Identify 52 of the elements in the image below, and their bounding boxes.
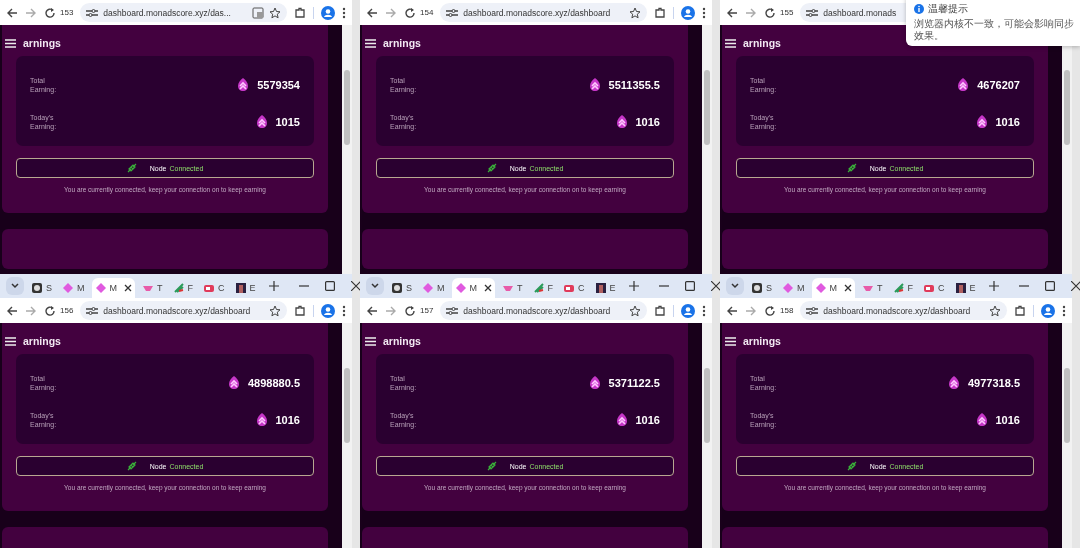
- browser-tab[interactable]: S: [388, 278, 415, 298]
- page-heading: arnings: [23, 335, 61, 347]
- tab-counter: 154: [420, 8, 434, 17]
- browser-tab[interactable]: C: [560, 278, 588, 298]
- browser-tab[interactable]: F: [529, 278, 556, 298]
- page-heading: arnings: [383, 335, 421, 347]
- tab-counter: 156: [60, 306, 74, 315]
- browser-tab[interactable]: S: [748, 278, 775, 298]
- browser-tab[interactable]: C: [920, 278, 948, 298]
- earning-value: 4977318.5: [968, 376, 1020, 389]
- earning-value: 1016: [635, 115, 660, 128]
- browser-tab[interactable]: T: [499, 278, 526, 298]
- browser-tab[interactable]: M: [451, 278, 495, 298]
- earning-value: 5511355.5: [608, 78, 660, 91]
- browser-tab[interactable]: F: [889, 278, 916, 298]
- tab-counter: 157: [420, 306, 434, 315]
- address-bar[interactable]: dashboard.monadscore.xyz/das...: [80, 3, 287, 22]
- browser-tab[interactable]: E: [591, 278, 619, 298]
- browser-tab[interactable]: S: [28, 278, 55, 298]
- earning-value: 1016: [995, 413, 1020, 426]
- earning-value: 1016: [995, 115, 1020, 128]
- earning-value: 1016: [635, 413, 660, 426]
- notification-text: 浏览器内核不一致，可能会影响同步效果。: [914, 18, 1074, 42]
- page-heading: arnings: [23, 37, 61, 49]
- earning-value: 1015: [275, 115, 300, 128]
- earning-value: 5371122.5: [608, 376, 660, 389]
- earning-value: 4676207: [977, 78, 1020, 91]
- tab-counter: 153: [60, 8, 74, 17]
- browser-tab[interactable]: T: [139, 278, 166, 298]
- browser-tab[interactable]: T: [859, 278, 886, 298]
- tab-counter: 155: [780, 8, 794, 17]
- earning-value: 5579354: [257, 78, 300, 91]
- browser-tab[interactable]: M: [59, 278, 88, 298]
- browser-tab[interactable]: M: [91, 278, 135, 298]
- page-heading: arnings: [743, 37, 781, 49]
- address-bar[interactable]: dashboard.monadscore.xyz/dashboard: [440, 3, 647, 22]
- notification-title: 温馨提示: [928, 2, 968, 14]
- earning-value: 1016: [275, 413, 300, 426]
- browser-tab[interactable]: E: [951, 278, 979, 298]
- address-bar[interactable]: dashboard.monadscore.xyz/dashboard: [80, 301, 287, 320]
- browser-tab[interactable]: E: [231, 278, 259, 298]
- page-heading: arnings: [743, 335, 781, 347]
- address-bar[interactable]: dashboard.monadscore.xyz/dashboard: [800, 301, 1007, 320]
- tab-counter: 158: [780, 306, 794, 315]
- browser-tab[interactable]: M: [779, 278, 808, 298]
- page-heading: arnings: [383, 37, 421, 49]
- browser-tab[interactable]: F: [169, 278, 196, 298]
- browser-tab[interactable]: M: [811, 278, 855, 298]
- earning-value: 4898880.5: [248, 376, 300, 389]
- browser-tab[interactable]: M: [419, 278, 448, 298]
- browser-tab[interactable]: C: [200, 278, 228, 298]
- address-bar[interactable]: dashboard.monadscore.xyz/dashboard: [440, 301, 647, 320]
